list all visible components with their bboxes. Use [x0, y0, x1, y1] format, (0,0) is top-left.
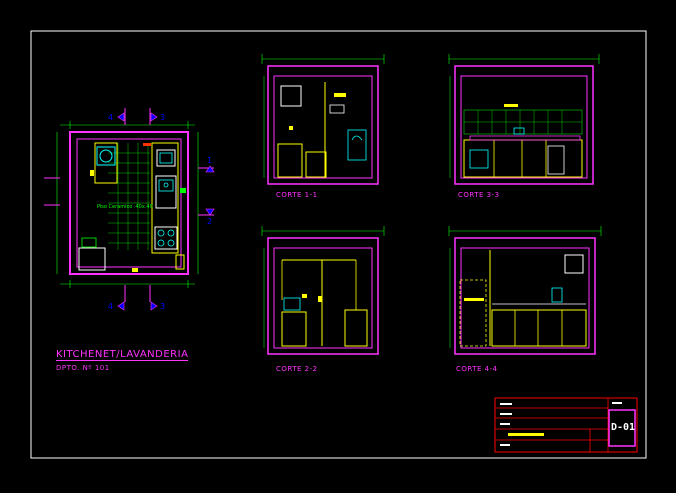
section-3-3 [448, 54, 600, 185]
section-mark-3-top: 3 [160, 113, 165, 122]
water-heater-4-icon [564, 254, 584, 274]
base-cabinets-4 [491, 309, 587, 347]
drawing-sheet: Piso Ceramico .40x.40 4 3 4 3 1 2 CORTE … [0, 0, 676, 489]
floor-plan: Piso Ceramico .40x.40 4 3 4 3 1 2 [44, 108, 215, 311]
section-mark-1: 1 [207, 156, 212, 165]
pantry-elevation [459, 279, 487, 347]
section-mark-4-top: 4 [108, 113, 113, 122]
drawing-title: KITCHENET/LAVANDERIA [56, 349, 189, 361]
washer-elevation [277, 143, 303, 178]
floor-label: Piso Ceramico .40x.40 [97, 204, 153, 210]
section-title-2-2: CORTE 2-2 [276, 365, 318, 373]
section-title-4-4: CORTE 4-4 [456, 365, 498, 373]
section-4-4 [448, 226, 602, 355]
section-2-2 [261, 226, 385, 355]
oven-icon [547, 145, 565, 175]
fridge-elevation [344, 309, 368, 347]
floor-tile-grid [108, 143, 150, 250]
washer-drum-icon [99, 149, 113, 163]
section-title-1-1: CORTE 1-1 [276, 191, 318, 199]
drawing-subtitle: DPTO. Nº 101 [56, 364, 110, 372]
detail-mark [143, 143, 151, 146]
section-mark-4-bottom: 4 [108, 302, 113, 311]
section-mark-3-bottom: 3 [160, 302, 165, 311]
laundry-tub-elevation [281, 311, 307, 347]
section-title-3-3: CORTE 3-3 [458, 191, 500, 199]
sheet-number: D-01 [611, 422, 636, 433]
stove-icon [154, 226, 178, 250]
section-mark-2: 2 [207, 217, 212, 226]
water-heater-icon [280, 85, 302, 107]
cad-canvas: Piso Ceramico .40x.40 4 3 4 3 1 2 [30, 30, 647, 459]
section-1-1 [261, 54, 385, 185]
sink-elevation [347, 129, 367, 161]
